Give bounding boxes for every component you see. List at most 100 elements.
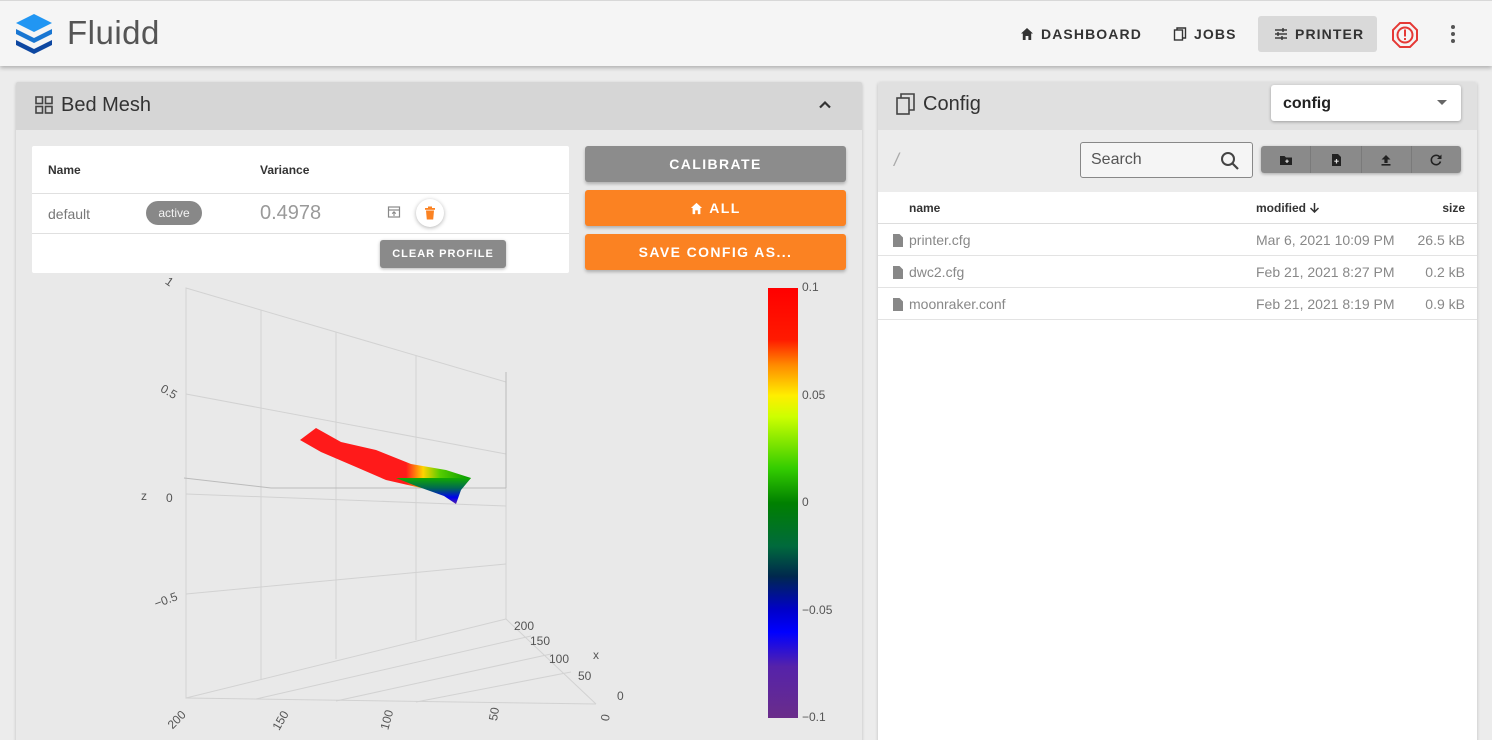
upload-icon: [1381, 154, 1391, 166]
colorbar-tick: 0.05: [802, 388, 826, 402]
bed-mesh-card: Bed Mesh Name Variance default active 0.…: [16, 82, 862, 740]
y-tick-200: 200: [165, 707, 189, 731]
file-table-header: name modified size: [878, 192, 1477, 224]
tune-icon: [1275, 28, 1287, 40]
file-size: 26.5 kB: [1417, 232, 1465, 248]
bed-mesh-title: Bed Mesh: [61, 94, 152, 116]
bed-mesh-3d-plot[interactable]: 1 0.5 0 −0.5 z 200 150 100 50 0 200 150 …: [16, 274, 862, 740]
file-modified: Mar 6, 2021 10:09 PM: [1256, 232, 1395, 248]
new-folder-button[interactable]: [1261, 146, 1312, 173]
file-copy-icon: [1173, 27, 1187, 41]
file-icon: [893, 234, 903, 247]
nav-printer-label: PRINTER: [1295, 26, 1365, 42]
mesh-profiles-table: Name Variance default active 0.4978 CLEA…: [32, 146, 569, 273]
x-tick-50: 50: [578, 669, 592, 683]
file-size: 0.9 kB: [1425, 296, 1465, 312]
z-tick-1: 1: [163, 274, 177, 289]
file-name: moonraker.conf: [909, 296, 1006, 312]
new-file-button[interactable]: [1311, 146, 1362, 173]
app-bar: Fluidd DASHBOARD JOBS PRINTER: [0, 0, 1492, 66]
x-tick-0: 0: [617, 689, 624, 703]
z-tick-neg-0-5: −0.5: [152, 589, 179, 610]
y-tick-0: 0: [598, 713, 613, 722]
search-input[interactable]: [1091, 151, 1211, 169]
nav-printer-button[interactable]: PRINTER: [1258, 16, 1377, 52]
delete-profile-button[interactable]: [416, 199, 444, 227]
config-title: Config: [923, 93, 981, 115]
save-config-button[interactable]: SAVE CONFIG AS...: [585, 234, 846, 270]
x-tick-200: 200: [514, 619, 534, 633]
file-toolbar: /: [878, 130, 1477, 192]
z-tick-0-5: 0.5: [158, 381, 180, 402]
profile-name: default: [48, 206, 91, 222]
colorbar: [768, 288, 798, 718]
status-badge: active: [146, 201, 202, 225]
fluidd-logo-icon[interactable]: [14, 12, 54, 56]
file-modified: Feb 21, 2021 8:27 PM: [1256, 264, 1395, 280]
z-tick-0: 0: [166, 491, 173, 505]
breadcrumb[interactable]: /: [894, 150, 899, 171]
colorbar-tick: −0.1: [802, 710, 826, 724]
upload-button[interactable]: [1361, 146, 1412, 173]
home-all-label: ALL: [709, 200, 741, 216]
load-profile-icon[interactable]: [387, 205, 401, 219]
grid-icon: [35, 96, 53, 114]
file-copy-icon: [896, 93, 915, 115]
emergency-stop-icon[interactable]: [1391, 21, 1419, 49]
colorbar-tick: 0.1: [802, 280, 819, 294]
profile-variance: 0.4978: [260, 202, 322, 224]
arrow-down-icon: [1310, 203, 1320, 214]
kebab-menu-icon[interactable]: [1444, 21, 1462, 47]
colorbar-tick: −0.05: [802, 603, 833, 617]
nav-dashboard-label: DASHBOARD: [1041, 26, 1142, 42]
home-icon: [1021, 28, 1033, 40]
file-size: 0.2 kB: [1425, 264, 1465, 280]
nav-jobs-button[interactable]: JOBS: [1163, 16, 1247, 52]
colorbar-tick: 0: [802, 495, 809, 509]
search-icon: [1221, 152, 1239, 170]
calibrate-label: CALIBRATE: [669, 156, 762, 172]
file-modified: Feb 21, 2021 8:19 PM: [1256, 296, 1395, 312]
app-brand[interactable]: Fluidd: [67, 14, 160, 52]
caret-down-icon: [1437, 100, 1447, 105]
column-header-modified[interactable]: modified: [1256, 201, 1320, 215]
refresh-icon: [1430, 154, 1442, 165]
y-tick-100: 100: [378, 708, 397, 731]
config-root-selected: config: [1283, 95, 1331, 112]
column-header-variance: Variance: [260, 163, 310, 177]
search-field[interactable]: [1080, 142, 1253, 178]
nav-dashboard-button[interactable]: DASHBOARD: [1010, 16, 1152, 52]
file-actions-group: [1261, 146, 1461, 173]
config-root-select[interactable]: config: [1271, 85, 1461, 121]
x-axis-label: x: [593, 648, 599, 662]
column-header-name[interactable]: name: [909, 201, 940, 215]
bed-mesh-header: Bed Mesh: [16, 82, 862, 130]
refresh-button[interactable]: [1411, 146, 1461, 173]
column-header-modified-label: modified: [1256, 201, 1306, 215]
add-folder-icon: [1279, 155, 1292, 165]
z-axis-label: z: [141, 489, 147, 503]
x-tick-100: 100: [549, 652, 569, 666]
trash-icon: [425, 206, 435, 220]
x-tick-150: 150: [530, 634, 550, 648]
clear-profile-button[interactable]: CLEAR PROFILE: [380, 240, 506, 268]
calibrate-button[interactable]: CALIBRATE: [585, 146, 846, 182]
y-tick-50: 50: [486, 706, 502, 722]
config-card: Config config / name: [878, 82, 1477, 740]
file-icon: [893, 266, 903, 279]
chevron-up-icon[interactable]: [816, 96, 834, 114]
file-row[interactable]: printer.cfg Mar 6, 2021 10:09 PM 26.5 kB: [878, 224, 1477, 256]
file-name: printer.cfg: [909, 232, 971, 248]
file-icon: [893, 298, 903, 311]
file-name: dwc2.cfg: [909, 264, 965, 280]
column-header-size[interactable]: size: [1442, 201, 1465, 215]
add-file-icon: [1331, 153, 1341, 166]
home-all-button[interactable]: ALL: [585, 190, 846, 226]
file-row[interactable]: dwc2.cfg Feb 21, 2021 8:27 PM 0.2 kB: [878, 256, 1477, 288]
config-header: Config config: [878, 82, 1477, 130]
nav-jobs-label: JOBS: [1194, 26, 1237, 42]
file-row[interactable]: moonraker.conf Feb 21, 2021 8:19 PM 0.9 …: [878, 288, 1477, 320]
home-icon: [691, 202, 703, 214]
y-tick-150: 150: [270, 708, 292, 733]
save-config-label: SAVE CONFIG AS...: [638, 244, 793, 260]
